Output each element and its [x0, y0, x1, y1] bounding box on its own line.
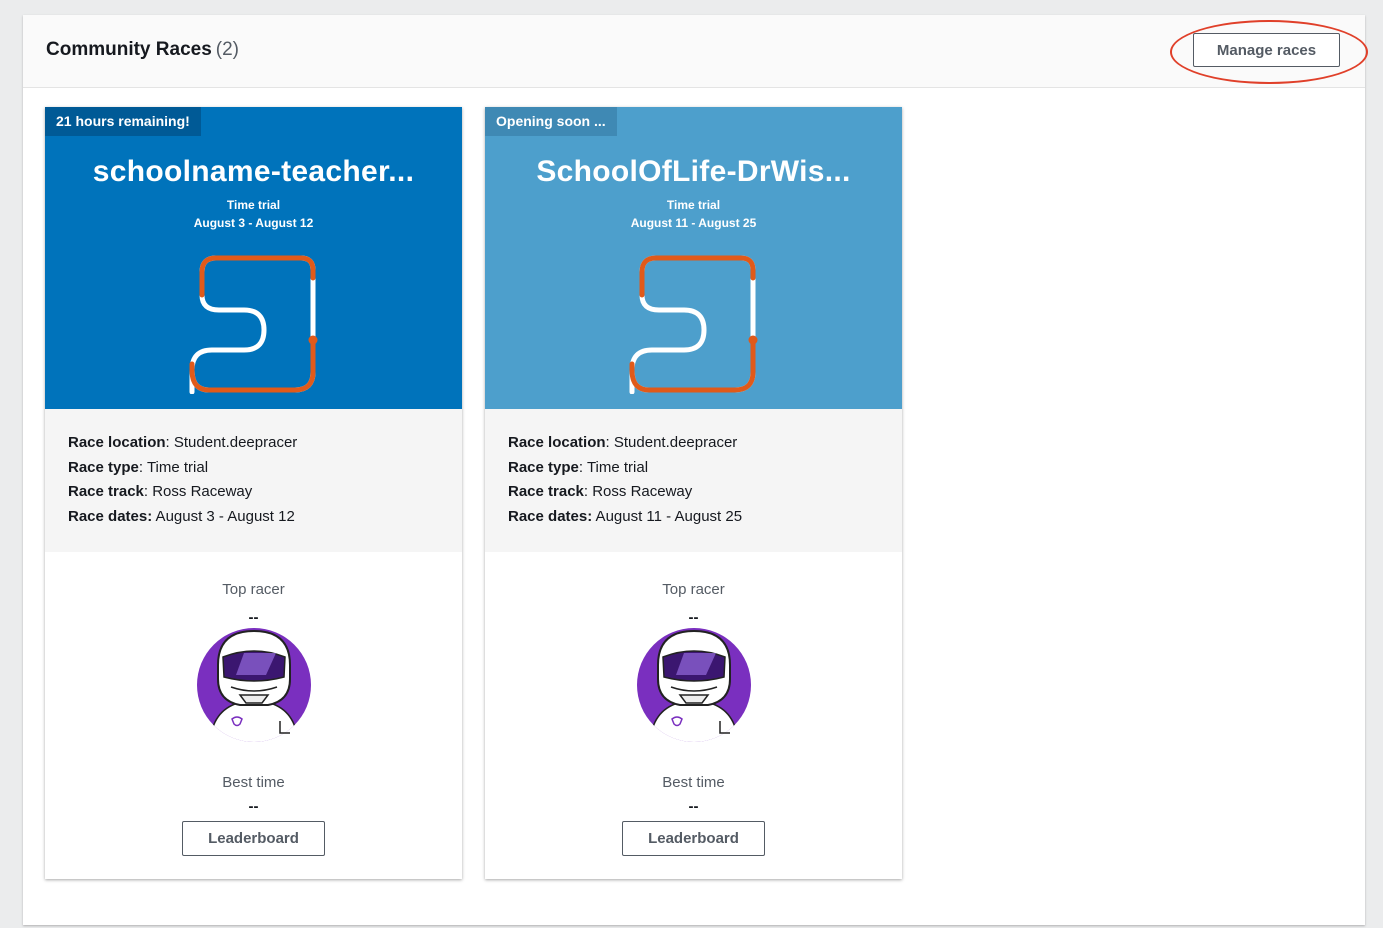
track-map-icon [629, 255, 758, 394]
race-dates-row: Race dates: August 3 - August 12 [68, 508, 295, 525]
race-card: Opening soon ... SchoolOfLife-DrWis... T… [485, 107, 902, 879]
race-type-row: Race type: Time trial [508, 459, 648, 476]
race-dates-label: Race dates: [68, 508, 153, 525]
race-dates-value: August 11 - August 25 [592, 508, 743, 525]
race-track-value: : Ross Raceway [143, 483, 253, 500]
race-type-small: Time trial [666, 198, 721, 212]
racer-avatar-icon [197, 628, 311, 742]
race-location-value: : Student.deepracer [165, 434, 298, 451]
race-status-badge: 21 hours remaining! [45, 107, 201, 136]
race-type-value: : Time trial [138, 459, 209, 476]
best-time-label: Best time [662, 774, 725, 791]
racer-avatar-icon [637, 628, 751, 742]
leaderboard-button[interactable]: Leaderboard [182, 821, 325, 856]
race-location-value: : Student.deepracer [605, 434, 738, 451]
race-type-label: Race type [68, 459, 139, 476]
best-time-label: Best time [222, 774, 285, 791]
race-details: Race location: Student.deepracer Race ty… [45, 409, 462, 552]
race-location-label: Race location [508, 434, 606, 451]
race-track-label: Race track [68, 483, 144, 500]
track-map-icon [189, 255, 318, 394]
race-dates-row: Race dates: August 11 - August 25 [508, 508, 742, 525]
race-location-label: Race location [68, 434, 166, 451]
race-type-value: : Time trial [578, 459, 649, 476]
race-card: 21 hours remaining! schoolname-teacher..… [45, 107, 462, 879]
race-type-row: Race type: Time trial [68, 459, 208, 476]
race-dates-label: Race dates: [508, 508, 593, 525]
race-location-row: Race location: Student.deepracer [508, 434, 737, 451]
race-dates-small: August 3 - August 12 [193, 216, 314, 230]
race-name[interactable]: SchoolOfLife-DrWis... [485, 155, 902, 189]
race-dates-value: August 3 - August 12 [152, 508, 295, 525]
race-track-row: Race track: Ross Raceway [508, 483, 692, 500]
top-racer-label: Top racer [222, 581, 285, 598]
race-name[interactable]: schoolname-teacher... [45, 155, 462, 189]
community-races-panel: Community Races (2) Manage races 21 hours… [23, 15, 1368, 925]
race-track-row: Race track: Ross Raceway [68, 483, 252, 500]
race-track-label: Race track [508, 483, 584, 500]
race-status-badge: Opening soon ... [485, 107, 617, 136]
race-type-label: Race type [508, 459, 579, 476]
race-location-row: Race location: Student.deepracer [68, 434, 297, 451]
best-time-value: -- [248, 798, 259, 815]
panel-header: Community Races (2) Manage races [23, 15, 1368, 88]
best-time-value: -- [688, 798, 699, 815]
race-type-small: Time trial [226, 198, 281, 212]
race-card-hero: 21 hours remaining! schoolname-teacher..… [45, 107, 462, 409]
leaderboard-button[interactable]: Leaderboard [622, 821, 765, 856]
race-card-hero: Opening soon ... SchoolOfLife-DrWis... T… [485, 107, 902, 409]
panel-title-text: Community Races [46, 39, 212, 60]
manage-races-button[interactable]: Manage races [1193, 33, 1340, 67]
race-details: Race location: Student.deepracer Race ty… [485, 409, 902, 552]
race-dates-small: August 11 - August 25 [630, 216, 757, 230]
top-racer-label: Top racer [662, 581, 725, 598]
panel-title: Community Races (2) [46, 39, 239, 61]
race-count: (2) [215, 39, 240, 60]
race-track-value: : Ross Raceway [583, 483, 693, 500]
